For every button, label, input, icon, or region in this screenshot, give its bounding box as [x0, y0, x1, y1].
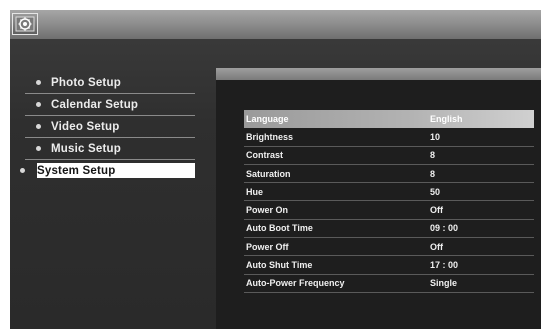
setting-row-brightness[interactable]: Brightness 10	[244, 128, 534, 147]
bullet-icon	[36, 80, 41, 85]
menu-item-system-setup[interactable]: System Setup	[20, 163, 195, 178]
setting-name: Power Off	[246, 241, 289, 252]
menu-item-label: System Setup	[37, 164, 116, 177]
setting-name: Language	[246, 114, 289, 125]
setting-name: Power On	[246, 205, 289, 216]
setting-row-power-on[interactable]: Power On Off	[244, 201, 534, 220]
setting-value: 50	[430, 186, 441, 197]
setting-name: Auto Shut Time	[246, 260, 313, 271]
setting-name: Contrast	[246, 150, 284, 161]
device-screen: Photo Setup Calendar Setup Video Setup M…	[10, 10, 541, 329]
menu-item-label: Video Setup	[51, 120, 120, 133]
setting-row-power-off[interactable]: Power Off Off	[244, 238, 534, 257]
settings-icon[interactable]	[12, 13, 38, 35]
bullet-icon	[36, 102, 41, 107]
menu-item-music-setup[interactable]: Music Setup	[25, 138, 195, 160]
bullet-icon	[36, 124, 41, 129]
setting-value: English	[430, 114, 463, 125]
bullet-icon	[36, 146, 41, 151]
setting-row-language[interactable]: Language English	[244, 110, 534, 129]
menu-item-label: Calendar Setup	[51, 98, 139, 111]
menu-item-calendar-setup[interactable]: Calendar Setup	[25, 94, 195, 116]
setting-row-contrast[interactable]: Contrast 8	[244, 147, 534, 165]
menu-item-label: Photo Setup	[51, 76, 121, 89]
setting-value: 17 : 00	[430, 260, 459, 271]
setting-value: Off	[430, 241, 443, 252]
setup-menu: Photo Setup Calendar Setup Video Setup M…	[20, 72, 195, 178]
top-bar	[10, 10, 541, 39]
gear-icon	[15, 16, 35, 32]
bullet-icon	[20, 168, 25, 173]
setting-row-auto-boot-time[interactable]: Auto Boot Time 09 : 00	[244, 220, 534, 239]
menu-item-video-setup[interactable]: Video Setup	[25, 116, 195, 138]
setting-value: 8	[430, 150, 436, 161]
setting-value: 09 : 00	[430, 223, 459, 234]
setting-row-auto-shut-time[interactable]: Auto Shut Time 17 : 00	[244, 256, 534, 275]
setting-value: Off	[430, 205, 443, 216]
setting-name: Saturation	[246, 168, 291, 179]
setting-name: Hue	[246, 186, 264, 197]
menu-item-photo-setup[interactable]: Photo Setup	[25, 72, 195, 94]
setting-value: 10	[430, 131, 441, 142]
setting-row-saturation[interactable]: Saturation 8	[244, 165, 534, 184]
settings-table: Language English Brightness 10 Contrast …	[244, 110, 534, 293]
panel-header-bar	[216, 68, 541, 80]
setting-row-hue[interactable]: Hue 50	[244, 183, 534, 202]
menu-item-label: Music Setup	[51, 142, 121, 155]
setting-value: Single	[430, 278, 458, 289]
settings-panel: Language English Brightness 10 Contrast …	[216, 68, 541, 329]
setting-name: Auto-Power Frequency	[246, 278, 345, 289]
setting-name: Auto Boot Time	[246, 223, 313, 234]
setting-name: Brightness	[246, 131, 294, 142]
setting-row-auto-power-frequency[interactable]: Auto-Power Frequency Single	[244, 275, 534, 293]
setting-value: 8	[430, 168, 436, 179]
